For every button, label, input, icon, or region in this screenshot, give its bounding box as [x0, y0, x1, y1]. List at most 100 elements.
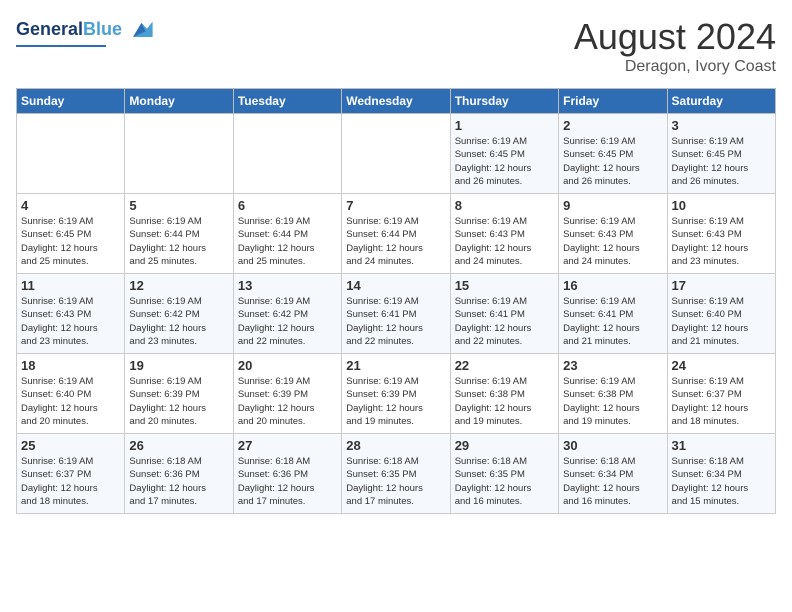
day-number: 9 — [563, 198, 662, 213]
day-cell — [125, 114, 233, 194]
day-cell: 14Sunrise: 6:19 AM Sunset: 6:41 PM Dayli… — [342, 274, 450, 354]
day-number: 27 — [238, 438, 337, 453]
header: GeneralBlue August 2024 Deragon, Ivory C… — [16, 16, 776, 76]
day-number: 4 — [21, 198, 120, 213]
day-header-monday: Monday — [125, 89, 233, 114]
logo: GeneralBlue — [16, 16, 154, 47]
day-header-saturday: Saturday — [667, 89, 775, 114]
day-info-text: Sunrise: 6:19 AM Sunset: 6:42 PM Dayligh… — [129, 295, 228, 348]
day-number: 2 — [563, 118, 662, 133]
logo-bird-icon — [126, 16, 154, 44]
day-number: 13 — [238, 278, 337, 293]
day-number: 1 — [455, 118, 554, 133]
day-info-text: Sunrise: 6:19 AM Sunset: 6:45 PM Dayligh… — [455, 135, 554, 188]
day-cell: 2 Sunrise: 6:19 AM Sunset: 6:45 PM Daylig… — [559, 114, 667, 194]
day-cell: 7 Sunrise: 6:19 AM Sunset: 6:44 PM Daylig… — [342, 194, 450, 274]
day-cell: 20 Sunrise: 6:19 AM Sunset: 6:39 PM Dayli… — [233, 354, 341, 434]
day-cell — [342, 114, 450, 194]
day-info-text: Sunrise: 6:19 AM Sunset: 6:41 PM Dayligh… — [455, 295, 554, 348]
day-info-text: Sunrise: 6:19 AM Sunset: 6:45 PM Dayligh… — [563, 135, 662, 188]
day-cell: 22Sunrise: 6:19 AM Sunset: 6:38 PM Dayli… — [450, 354, 558, 434]
day-number: 18 — [21, 358, 120, 373]
day-info-text: Sunrise: 6:19 AM Sunset: 6:40 PM Dayligh… — [21, 375, 120, 428]
day-number: 15 — [455, 278, 554, 293]
day-cell: 16 Sunrise: 6:19 AM Sunset: 6:41 PM Dayli… — [559, 274, 667, 354]
location-title: Deragon, Ivory Coast — [574, 58, 776, 76]
day-info-text: Sunrise: 6:18 AM Sunset: 6:35 PM Dayligh… — [455, 455, 554, 508]
day-info-text: Sunrise: 6:19 AM Sunset: 6:43 PM Dayligh… — [455, 215, 554, 268]
day-info-text: Sunrise: 6:18 AM Sunset: 6:34 PM Dayligh… — [563, 455, 662, 508]
day-info-text: Sunrise: 6:19 AM Sunset: 6:40 PM Dayligh… — [672, 295, 771, 348]
day-number: 14 — [346, 278, 445, 293]
calendar-table: SundayMondayTuesdayWednesdayThursdayFrid… — [16, 88, 776, 514]
day-number: 5 — [129, 198, 228, 213]
day-number: 3 — [672, 118, 771, 133]
day-cell: 26 Sunrise: 6:18 AM Sunset: 6:36 PM Dayli… — [125, 434, 233, 514]
day-cell: 3 Sunrise: 6:19 AM Sunset: 6:45 PM Daylig… — [667, 114, 775, 194]
day-info-text: Sunrise: 6:19 AM Sunset: 6:37 PM Dayligh… — [21, 455, 120, 508]
day-info-text: Sunrise: 6:19 AM Sunset: 6:45 PM Dayligh… — [21, 215, 120, 268]
day-cell: 30 Sunrise: 6:18 AM Sunset: 6:34 PM Dayli… — [559, 434, 667, 514]
day-cell: 27 Sunrise: 6:18 AM Sunset: 6:36 PM Dayli… — [233, 434, 341, 514]
day-header-tuesday: Tuesday — [233, 89, 341, 114]
day-number: 25 — [21, 438, 120, 453]
day-info-text: Sunrise: 6:19 AM Sunset: 6:45 PM Dayligh… — [672, 135, 771, 188]
day-number: 12 — [129, 278, 228, 293]
day-info-text: Sunrise: 6:19 AM Sunset: 6:39 PM Dayligh… — [346, 375, 445, 428]
day-cell: 12 Sunrise: 6:19 AM Sunset: 6:42 PM Dayli… — [125, 274, 233, 354]
day-number: 26 — [129, 438, 228, 453]
day-number: 20 — [238, 358, 337, 373]
logo-text: GeneralBlue — [16, 20, 122, 40]
day-cell: 28 Sunrise: 6:18 AM Sunset: 6:35 PM Dayli… — [342, 434, 450, 514]
day-cell: 23Sunrise: 6:19 AM Sunset: 6:38 PM Dayli… — [559, 354, 667, 434]
day-number: 22 — [455, 358, 554, 373]
day-cell: 13 Sunrise: 6:19 AM Sunset: 6:42 PM Dayli… — [233, 274, 341, 354]
day-number: 19 — [129, 358, 228, 373]
day-info-text: Sunrise: 6:18 AM Sunset: 6:35 PM Dayligh… — [346, 455, 445, 508]
title-area: August 2024 Deragon, Ivory Coast — [574, 16, 776, 76]
month-year-title: August 2024 — [574, 16, 776, 58]
day-number: 8 — [455, 198, 554, 213]
day-cell: 5 Sunrise: 6:19 AM Sunset: 6:44 PM Daylig… — [125, 194, 233, 274]
day-cell — [17, 114, 125, 194]
day-number: 31 — [672, 438, 771, 453]
day-info-text: Sunrise: 6:19 AM Sunset: 6:39 PM Dayligh… — [129, 375, 228, 428]
day-cell: 10 Sunrise: 6:19 AM Sunset: 6:43 PM Dayli… — [667, 194, 775, 274]
day-cell: 29Sunrise: 6:18 AM Sunset: 6:35 PM Dayli… — [450, 434, 558, 514]
day-header-thursday: Thursday — [450, 89, 558, 114]
day-info-text: Sunrise: 6:19 AM Sunset: 6:44 PM Dayligh… — [346, 215, 445, 268]
day-info-text: Sunrise: 6:19 AM Sunset: 6:43 PM Dayligh… — [21, 295, 120, 348]
day-cell: 21 Sunrise: 6:19 AM Sunset: 6:39 PM Dayli… — [342, 354, 450, 434]
day-number: 30 — [563, 438, 662, 453]
day-cell: 6Sunrise: 6:19 AM Sunset: 6:44 PM Daylig… — [233, 194, 341, 274]
days-header-row: SundayMondayTuesdayWednesdayThursdayFrid… — [17, 89, 776, 114]
day-header-sunday: Sunday — [17, 89, 125, 114]
day-cell: 15 Sunrise: 6:19 AM Sunset: 6:41 PM Dayli… — [450, 274, 558, 354]
day-number: 16 — [563, 278, 662, 293]
day-cell: 11 Sunrise: 6:19 AM Sunset: 6:43 PM Dayli… — [17, 274, 125, 354]
day-cell: 18 Sunrise: 6:19 AM Sunset: 6:40 PM Dayli… — [17, 354, 125, 434]
day-info-text: Sunrise: 6:19 AM Sunset: 6:42 PM Dayligh… — [238, 295, 337, 348]
day-number: 21 — [346, 358, 445, 373]
week-row-1: 1 Sunrise: 6:19 AM Sunset: 6:45 PM Daylig… — [17, 114, 776, 194]
day-info-text: Sunrise: 6:19 AM Sunset: 6:44 PM Dayligh… — [129, 215, 228, 268]
day-cell: 19 Sunrise: 6:19 AM Sunset: 6:39 PM Dayli… — [125, 354, 233, 434]
day-number: 11 — [21, 278, 120, 293]
week-row-4: 18 Sunrise: 6:19 AM Sunset: 6:40 PM Dayli… — [17, 354, 776, 434]
day-info-text: Sunrise: 6:18 AM Sunset: 6:36 PM Dayligh… — [129, 455, 228, 508]
day-cell: 25 Sunrise: 6:19 AM Sunset: 6:37 PM Dayli… — [17, 434, 125, 514]
day-number: 10 — [672, 198, 771, 213]
day-info-text: Sunrise: 6:19 AM Sunset: 6:43 PM Dayligh… — [672, 215, 771, 268]
week-row-2: 4 Sunrise: 6:19 AM Sunset: 6:45 PM Daylig… — [17, 194, 776, 274]
day-header-friday: Friday — [559, 89, 667, 114]
day-info-text: Sunrise: 6:19 AM Sunset: 6:39 PM Dayligh… — [238, 375, 337, 428]
week-row-3: 11 Sunrise: 6:19 AM Sunset: 6:43 PM Dayli… — [17, 274, 776, 354]
day-cell: 17Sunrise: 6:19 AM Sunset: 6:40 PM Dayli… — [667, 274, 775, 354]
day-info-text: Sunrise: 6:18 AM Sunset: 6:36 PM Dayligh… — [238, 455, 337, 508]
day-number: 6 — [238, 198, 337, 213]
day-number: 28 — [346, 438, 445, 453]
day-info-text: Sunrise: 6:19 AM Sunset: 6:41 PM Dayligh… — [563, 295, 662, 348]
day-cell — [233, 114, 341, 194]
day-number: 7 — [346, 198, 445, 213]
day-cell: 24Sunrise: 6:19 AM Sunset: 6:37 PM Dayli… — [667, 354, 775, 434]
